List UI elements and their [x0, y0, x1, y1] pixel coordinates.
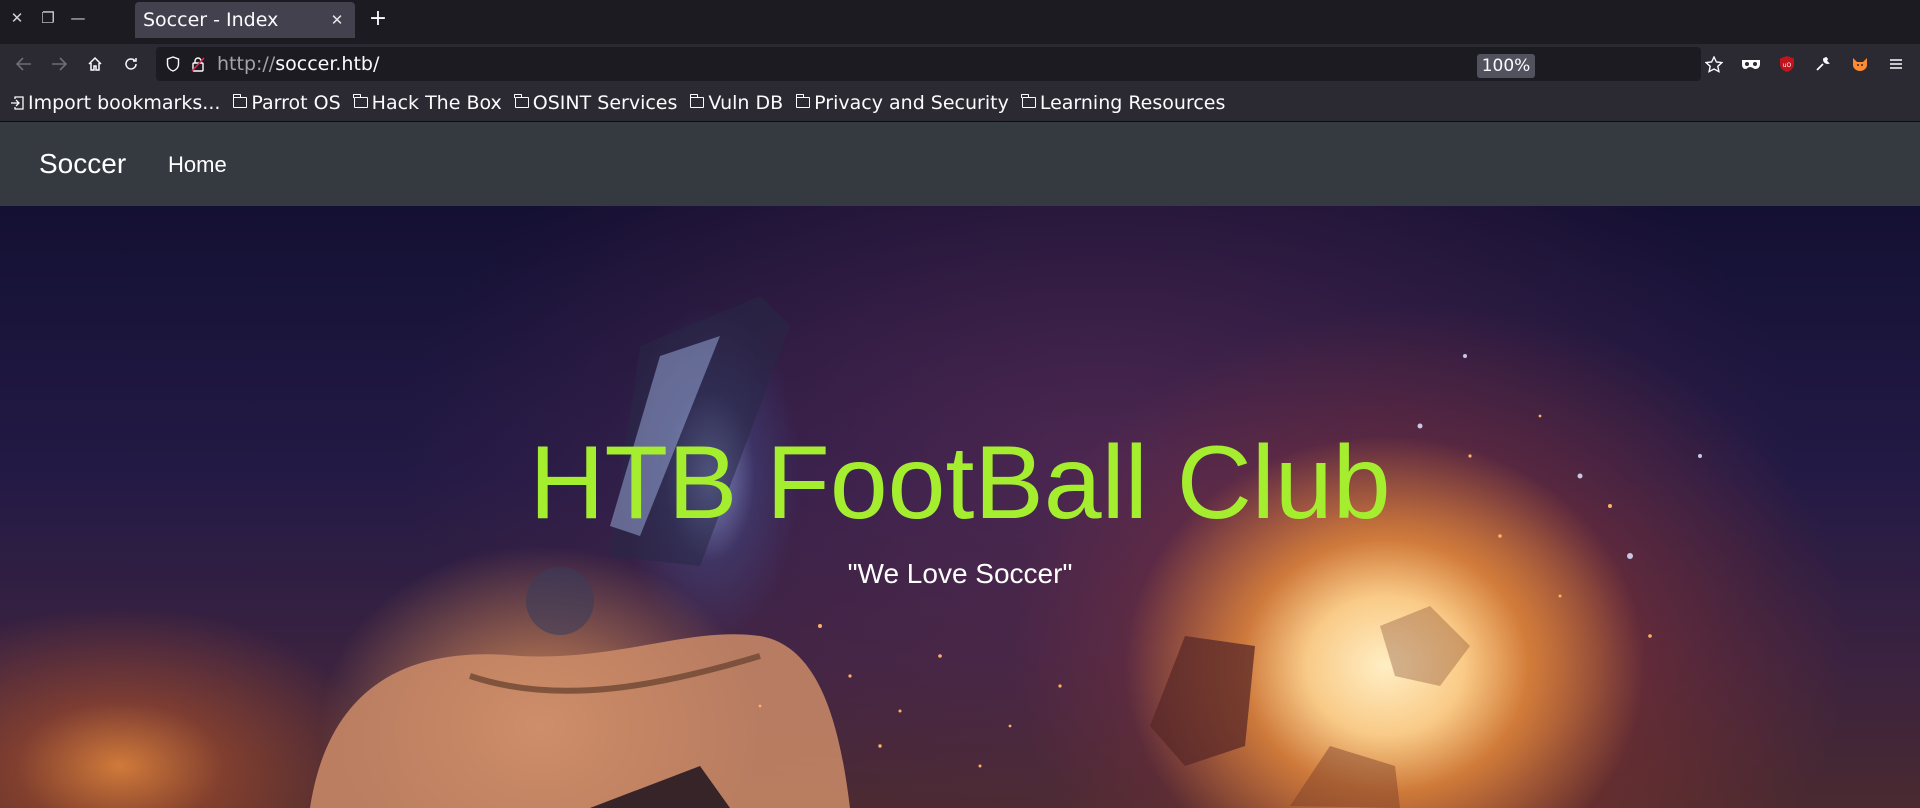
tab-strip: ✕ ❐ — Soccer - Index ✕ +	[0, 0, 1920, 38]
forward-button[interactable]	[45, 44, 73, 84]
hero-subtitle: "We Love Soccer"	[847, 558, 1073, 589]
window-restore-button[interactable]: ❐	[33, 0, 63, 36]
back-button[interactable]	[10, 44, 38, 84]
folder-icon	[514, 94, 529, 108]
site-brand-link[interactable]: Soccer	[39, 148, 126, 180]
foxyproxy-extension-button[interactable]	[1846, 44, 1874, 84]
bookmarks-toolbar: Import bookmarks... Parrot OS Hack The B…	[0, 84, 1920, 122]
ublock-icon: uO	[1780, 56, 1794, 72]
tab-title: Soccer - Index	[143, 9, 279, 31]
nav-home-link[interactable]: Home	[168, 152, 227, 178]
bookmark-folder-osint-services[interactable]: OSINT Services	[514, 91, 678, 114]
navigation-toolbar: http://soccer.htb/	[0, 44, 1920, 84]
hero-banner: HTB FootBall Club "We Love Soccer"	[0, 206, 1920, 808]
url-bar[interactable]: http://soccer.htb/	[156, 47, 1701, 81]
tab-close-icon[interactable]: ✕	[327, 11, 347, 29]
web-page-content: Soccer Home HTB FootBall Club "We Love S…	[0, 122, 1920, 808]
bookmark-folder-parrot-os[interactable]: Parrot OS	[232, 91, 341, 114]
bookmark-import[interactable]: Import bookmarks...	[10, 92, 220, 114]
bookmark-label: Vuln DB	[708, 91, 784, 114]
reload-icon	[125, 58, 137, 70]
folder-icon	[689, 94, 705, 108]
bookmark-label: Hack The Box	[371, 91, 502, 114]
folder-icon	[232, 94, 248, 108]
home-icon	[88, 56, 102, 71]
tools-extension-button[interactable]	[1809, 44, 1837, 84]
new-tab-button[interactable]: +	[366, 2, 390, 34]
home-button[interactable]	[81, 44, 109, 84]
url-protocol: http://	[217, 53, 276, 75]
arrow-left-icon	[16, 57, 31, 71]
star-icon	[1705, 55, 1723, 73]
bookmark-label: Parrot OS	[251, 91, 341, 114]
tracking-shield-icon[interactable]	[162, 47, 184, 81]
zoom-level-button[interactable]: 100%	[1477, 54, 1535, 78]
insecure-lock-icon[interactable]	[187, 47, 209, 81]
tab-soccer-index[interactable]: Soccer - Index ✕	[135, 2, 355, 38]
mask-icon	[1742, 60, 1760, 69]
folder-icon	[353, 94, 368, 108]
reload-button[interactable]	[117, 44, 145, 84]
hero-title: HTB FootBall Club	[529, 425, 1391, 541]
window-close-button[interactable]: ✕	[2, 0, 32, 36]
private-mask-button[interactable]	[1737, 44, 1765, 84]
bookmark-star-button[interactable]	[1700, 44, 1728, 84]
url-text[interactable]: http://soccer.htb/	[217, 53, 379, 75]
bookmark-folder-vuln-db[interactable]: Vuln DB	[689, 91, 784, 114]
app-menu-button[interactable]	[1882, 44, 1910, 84]
folder-icon	[795, 94, 811, 108]
bookmark-label: Privacy and Security	[814, 91, 1009, 114]
hamburger-menu-icon	[1890, 59, 1902, 69]
wrench-icon	[1816, 56, 1830, 71]
arrow-right-icon	[52, 57, 67, 71]
ublock-extension-button[interactable]: uO	[1773, 44, 1801, 84]
svg-text:uO: uO	[1783, 62, 1792, 69]
bookmark-folder-hack-the-box[interactable]: Hack The Box	[353, 91, 502, 114]
import-icon	[11, 95, 24, 110]
bookmark-label: Import bookmarks...	[28, 91, 221, 114]
fox-icon	[1853, 58, 1867, 71]
bookmark-folder-privacy-security[interactable]: Privacy and Security	[795, 91, 1009, 114]
url-host: soccer.htb/	[275, 53, 380, 75]
bookmark-label: OSINT Services	[532, 91, 678, 114]
bookmark-folder-learning-resources[interactable]: Learning Resources	[1021, 91, 1226, 114]
window-minimize-button[interactable]: —	[63, 0, 93, 36]
site-navbar: Soccer Home	[0, 122, 1920, 206]
bookmark-label: Learning Resources	[1039, 91, 1226, 114]
folder-icon	[1021, 94, 1036, 108]
